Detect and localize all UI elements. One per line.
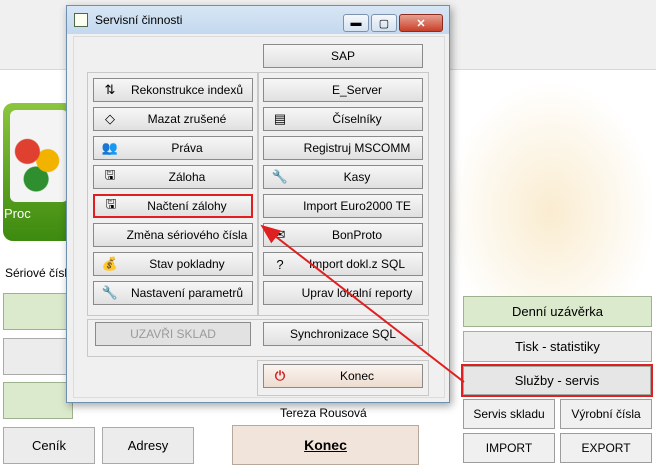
annotation-arrow xyxy=(260,224,465,383)
